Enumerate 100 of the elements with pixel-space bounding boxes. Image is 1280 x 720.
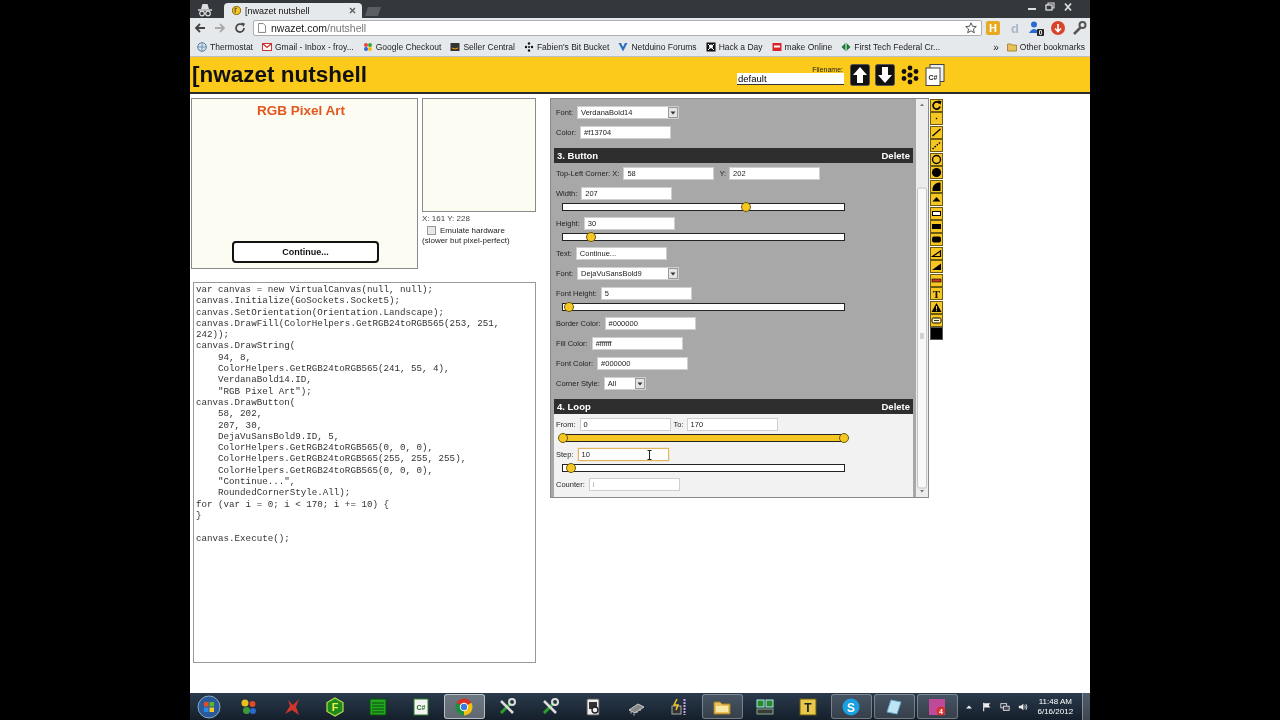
bookmark-folder[interactable]: Other bookmarks xyxy=(1006,42,1085,52)
start-orb-icon[interactable] xyxy=(197,694,222,719)
network-icon[interactable] xyxy=(999,701,1010,712)
tools-icon[interactable] xyxy=(497,696,517,717)
tablet-icon[interactable] xyxy=(884,696,904,717)
speaker-icon[interactable] xyxy=(1017,701,1028,712)
chip-search-icon[interactable] xyxy=(583,696,603,717)
dot-cluster-icon[interactable] xyxy=(900,63,920,86)
scrollbar[interactable] xyxy=(916,99,928,497)
bookmark-link[interactable]: First Tech Federal Cr... xyxy=(841,42,941,52)
continue-button[interactable]: Continue... xyxy=(232,241,379,263)
letter-tile-icon[interactable]: T xyxy=(798,696,818,717)
filled-circle-icon[interactable] xyxy=(930,166,943,180)
taskbar-button[interactable] xyxy=(443,694,485,719)
diamond-icon xyxy=(841,42,852,52)
close-icon[interactable] xyxy=(1062,2,1074,12)
hint-text: (slower but pixel-perfect) xyxy=(422,236,510,245)
wedge-icon[interactable] xyxy=(930,246,943,260)
down-arrow-icon[interactable] xyxy=(875,63,895,86)
dark-tile-icon xyxy=(450,42,461,52)
taskbar-button[interactable] xyxy=(873,694,915,719)
text-cursor-icon xyxy=(646,450,652,460)
delete-button[interactable]: Delete xyxy=(881,401,910,412)
incognito-icon xyxy=(196,2,214,17)
slider-thumb[interactable] xyxy=(563,302,574,312)
slider-track[interactable] xyxy=(562,203,845,211)
page-icon xyxy=(258,23,266,33)
refresh-icon[interactable] xyxy=(930,99,943,112)
bookmark-link[interactable]: Seller Central xyxy=(450,42,515,52)
bookmark-link[interactable]: Netduino Forums xyxy=(618,42,697,52)
browser-icon[interactable] xyxy=(454,696,474,717)
taskbar-button[interactable] xyxy=(701,694,743,719)
bookmark-link[interactable]: Google Checkout xyxy=(362,42,442,52)
rectangle-icon[interactable] xyxy=(930,206,943,220)
chip-lightning-icon[interactable] xyxy=(669,696,689,717)
reload-icon[interactable] xyxy=(234,22,246,34)
wrench-icon[interactable] xyxy=(1071,20,1087,36)
canvas-title: RGB Pixel Art xyxy=(257,103,346,118)
dashed-line-icon[interactable] xyxy=(930,139,943,153)
bookmark-link[interactable]: Hack a Day xyxy=(705,42,763,52)
bar-icon[interactable] xyxy=(930,273,943,287)
url-text: nwazet.com/nutshell xyxy=(271,22,367,34)
colored-dots-icon xyxy=(362,42,373,52)
tools-icon[interactable] xyxy=(540,696,560,717)
filled-rectangle-icon[interactable] xyxy=(930,219,943,233)
line-icon[interactable] xyxy=(930,125,943,139)
star-icon[interactable] xyxy=(965,22,977,34)
filled-wedge-icon[interactable] xyxy=(930,260,943,274)
section-title: 4. Loop xyxy=(557,401,591,412)
slider-thumb[interactable] xyxy=(558,433,568,443)
bookmark-link[interactable]: Thermostat xyxy=(197,42,253,52)
coordinates-text: X: 161 Y: 228 xyxy=(422,214,470,223)
circle-icon[interactable] xyxy=(930,152,943,166)
bookmark-link[interactable]: make Online xyxy=(771,42,833,52)
caret-icon xyxy=(668,107,679,118)
checkbox[interactable] xyxy=(427,226,436,235)
down-arrow-circle-icon[interactable] xyxy=(1049,20,1066,36)
close-icon[interactable] xyxy=(349,7,356,14)
caret-icon xyxy=(668,268,679,279)
quarter-circle-icon[interactable] xyxy=(930,179,943,193)
clock-date: 6/16/2012 xyxy=(1037,706,1074,717)
warning-icon[interactable] xyxy=(930,300,943,314)
two-boxes-icon[interactable] xyxy=(755,696,775,717)
crossbones-tile-icon xyxy=(705,42,716,52)
slider-track[interactable] xyxy=(562,464,845,472)
bookmark-link[interactable]: Gmail - Inbox - froy... xyxy=(262,42,354,52)
color-swatch-icon[interactable] xyxy=(930,327,943,341)
slider-thumb[interactable] xyxy=(586,232,597,242)
slider-track[interactable] xyxy=(562,233,845,241)
code-editor[interactable]: var canvas = new VirtualCanvas(null, null); canvas.Initialize(GoSockets.Socket5); canvas.SetOrientation(Orientation.Landscape); canvas.DrawFill(ColorHelpers.GetRGB24toRGB565(253, 251, 242)); canvas.DrawString( 94, 8, ColorHelpers.GetRGB24toRGB565(241, 55, 4), VerdanaBold14.ID, "RGB Pixel Art"); canvas.DrawButton( 58, 202, 207, 30, DejaVuSansBold9.ID, 5, ColorHelpers.GetRGB24toRGB565(0, 0, 0), ColorHelpers.GetRGB24toRGB565(255, 255, 255), ColorHelpers.GetRGB24toRGB565(0, 0, 0), "Continue...", RoundedCornerStyle.All); for (var i = 0; i < 170; i += 10) { } canvas.Execute(); xyxy=(193,282,536,663)
checkbox-label: Emulate hardware xyxy=(440,226,505,235)
dots-icon xyxy=(523,42,534,52)
hexagon-logo-icon[interactable]: F xyxy=(325,696,345,717)
delete-button[interactable]: Delete xyxy=(881,150,910,161)
striped-tile-icon[interactable] xyxy=(368,696,388,717)
back-arrow-icon[interactable] xyxy=(194,22,206,34)
slider-thumb[interactable] xyxy=(740,202,751,212)
section-title: 3. Button xyxy=(557,150,599,161)
globe-icon xyxy=(197,42,207,52)
filename-field[interactable]: default xyxy=(737,73,844,85)
v-shape-icon xyxy=(618,42,629,52)
circle-logo-icon xyxy=(232,6,241,15)
app-title: [nwazet nutshell xyxy=(192,61,367,88)
browser-tab[interactable]: [nwazet nutshell xyxy=(224,3,362,18)
up-arrow-icon[interactable] xyxy=(850,63,870,86)
envelope-icon xyxy=(262,42,272,52)
slider-thumb[interactable] xyxy=(839,433,849,443)
rounded-rectangle-icon[interactable] xyxy=(930,233,943,247)
restore-icon[interactable] xyxy=(1044,2,1056,12)
flag-icon[interactable] xyxy=(981,701,992,712)
show-desktop-button[interactable] xyxy=(1082,693,1090,720)
overflow-chevron[interactable]: » xyxy=(993,41,999,53)
bookmark-link[interactable]: Fabien's Bit Bucket xyxy=(523,42,610,52)
button-shape-icon[interactable] xyxy=(930,314,943,327)
address-bar[interactable]: nwazet.com/nutshell xyxy=(253,20,982,36)
slider-thumb[interactable] xyxy=(566,463,577,473)
text-tool-icon[interactable]: T xyxy=(930,287,943,301)
folder-icon xyxy=(1006,42,1017,52)
banner-tile-icon xyxy=(771,42,782,52)
slider-track[interactable] xyxy=(562,303,845,311)
